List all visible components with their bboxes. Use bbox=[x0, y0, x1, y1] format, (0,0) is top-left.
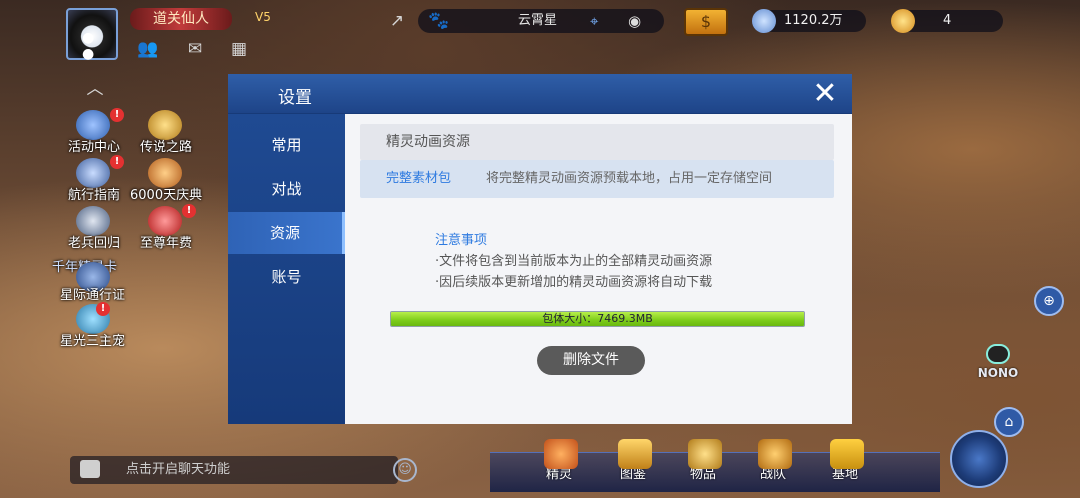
planet-name: 云霄星 bbox=[518, 13, 558, 28]
menu-6000-days[interactable]: 6000天庆典 bbox=[130, 184, 202, 203]
collapse-chevron-icon[interactable]: ︿ bbox=[84, 80, 106, 98]
notice-line: ·文件将包含到当前版本为止的全部精灵动画资源 bbox=[435, 254, 713, 269]
tab-resources[interactable]: 资源 bbox=[228, 212, 345, 254]
currency-diamonds: 1120.2万 bbox=[752, 9, 866, 33]
vip-badge: V5 bbox=[255, 10, 271, 24]
chat-placeholder: 点击开启聊天功能 bbox=[126, 462, 231, 477]
tab-battle[interactable]: 对战 bbox=[228, 168, 345, 210]
close-icon[interactable]: ✕ bbox=[810, 79, 840, 109]
diamond-amount: 1120.2万 bbox=[784, 13, 843, 28]
paw-icon: 🐾 bbox=[428, 11, 450, 31]
chat-icon bbox=[80, 460, 100, 478]
menu-supreme-fee[interactable]: 至尊年费 bbox=[140, 232, 192, 251]
chat-bar[interactable]: 点击开启聊天功能 bbox=[70, 456, 398, 484]
nav-codex[interactable]: 图鉴 bbox=[618, 439, 652, 482]
dialog-title: 设置 bbox=[278, 88, 312, 108]
eye-icon[interactable]: ◉ bbox=[628, 9, 641, 33]
menu-battle-pass[interactable]: 星际通行证 bbox=[60, 284, 125, 303]
treasure-chest-icon[interactable]: $ bbox=[684, 8, 728, 36]
codex-icon bbox=[618, 439, 652, 469]
settings-dialog: 设置 ✕ 常用 对战 资源 账号 精灵动画资源 完整素材包 将完整精灵动画资源预… bbox=[228, 74, 852, 424]
nav-base[interactable]: 基地 bbox=[830, 439, 864, 482]
items-icon bbox=[688, 439, 722, 469]
nono-label: NONO bbox=[977, 366, 1019, 380]
section-title: 精灵动画资源 bbox=[386, 134, 470, 150]
nav-team[interactable]: 战队 bbox=[758, 439, 792, 482]
delete-files-button[interactable]: 删除文件 bbox=[537, 346, 645, 375]
menu-veteran-return[interactable]: 老兵回归 bbox=[68, 232, 120, 251]
menu-starlight-pets[interactable]: 星光三主宠 bbox=[60, 330, 125, 349]
gold-icon bbox=[891, 9, 915, 33]
notification-dot: ! bbox=[110, 108, 124, 122]
menu-navigation-guide[interactable]: 航行指南 bbox=[68, 184, 120, 203]
radar-map-button[interactable] bbox=[950, 430, 1008, 488]
map-pin-icon[interactable]: ⌖ bbox=[590, 9, 598, 33]
top-hud: ● ● 道关仙人 V5 👥 ✉ ▦ ↗ 🐾 云霄星 ⌖ ◉ $ 1120.2万 … bbox=[0, 0, 1080, 70]
full-package-option[interactable]: 完整素材包 将完整精灵动画资源预载本地，占用一定存储空间 bbox=[360, 160, 834, 198]
option-label[interactable]: 完整素材包 bbox=[386, 160, 451, 198]
username-banner: 道关仙人 bbox=[130, 8, 232, 30]
package-size-text: 包体大小：7469.3MB bbox=[542, 312, 653, 325]
gold-amount: 4 bbox=[943, 13, 952, 28]
tab-account[interactable]: 账号 bbox=[228, 256, 345, 298]
nav-items-label: 物品 bbox=[690, 467, 717, 482]
notice-line: ·因后续版本更新增加的精灵动画资源将自动下载 bbox=[435, 275, 713, 290]
spirit-icon bbox=[544, 439, 578, 469]
menu-activity-center[interactable]: 活动中心 bbox=[68, 136, 120, 155]
notification-dot: ! bbox=[110, 155, 124, 169]
base-icon bbox=[830, 439, 864, 469]
dialog-header: 设置 ✕ bbox=[228, 74, 852, 114]
apps-icon[interactable]: ▦ bbox=[228, 40, 250, 58]
nav-team-label: 战队 bbox=[760, 467, 787, 482]
currency-gold: 4 bbox=[891, 9, 1003, 33]
notification-dot: ! bbox=[182, 204, 196, 218]
locate-icon[interactable]: ⊕ bbox=[1034, 286, 1064, 316]
nono-robot-icon bbox=[986, 344, 1010, 364]
nav-spirits[interactable]: 精灵 bbox=[544, 439, 578, 482]
emoji-icon[interactable]: ☺ bbox=[393, 458, 417, 482]
bottom-navigation: 精灵 图鉴 物品 战队 基地 bbox=[490, 439, 940, 492]
option-description: 将完整精灵动画资源预载本地，占用一定存储空间 bbox=[486, 171, 773, 186]
tab-general[interactable]: 常用 bbox=[228, 124, 345, 166]
diamond-icon bbox=[752, 9, 776, 33]
menu-legend-road[interactable]: 传说之路 bbox=[140, 136, 192, 155]
friends-icon[interactable]: 👥 bbox=[137, 40, 159, 58]
share-icon[interactable]: ↗ bbox=[386, 12, 408, 30]
mail-icon[interactable]: ✉ bbox=[184, 40, 206, 58]
home-icon[interactable]: ⌂ bbox=[994, 407, 1024, 437]
notification-dot: ! bbox=[96, 302, 110, 316]
section-header: 精灵动画资源 bbox=[360, 124, 834, 160]
team-icon bbox=[758, 439, 792, 469]
nav-codex-label: 图鉴 bbox=[620, 467, 647, 482]
nav-base-label: 基地 bbox=[832, 467, 859, 482]
notice-title: 注意事项 bbox=[435, 233, 488, 248]
settings-sidebar: 常用 对战 资源 账号 bbox=[228, 114, 345, 424]
nav-items[interactable]: 物品 bbox=[688, 439, 722, 482]
planet-location-bar[interactable]: 🐾 云霄星 ⌖ ◉ bbox=[418, 9, 664, 33]
settings-content: 精灵动画资源 完整素材包 将完整精灵动画资源预载本地，占用一定存储空间 注意事项… bbox=[345, 114, 852, 424]
notice-block: 注意事项 ·文件将包含到当前版本为止的全部精灵动画资源 ·因后续版本更新增加的精… bbox=[435, 230, 712, 293]
nav-spirits-label: 精灵 bbox=[546, 467, 573, 482]
package-progress-bar: 包体大小：7469.3MB bbox=[390, 311, 805, 327]
player-avatar[interactable]: ● ● bbox=[66, 8, 118, 62]
